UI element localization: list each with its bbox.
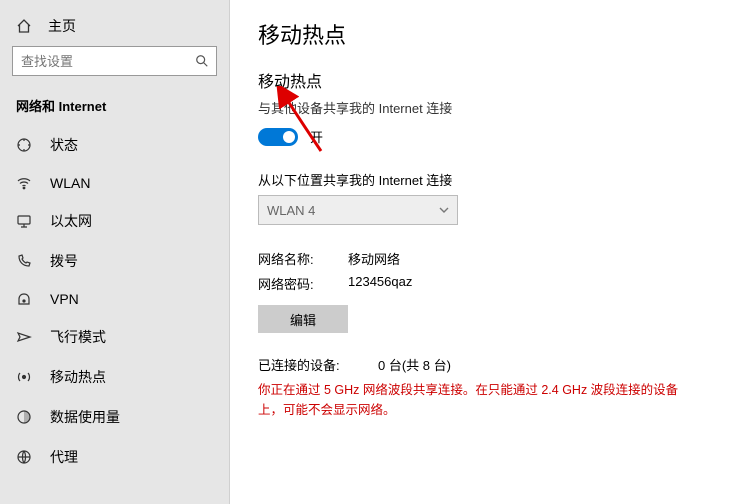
network-password-value: 123456qaz: [348, 274, 412, 293]
sidebar-item-label: 移动热点: [50, 367, 106, 387]
search-input[interactable]: [12, 46, 217, 76]
home-label: 主页: [48, 16, 76, 36]
ethernet-icon: [16, 213, 32, 229]
connection-select-value: WLAN 4: [267, 203, 315, 218]
page-title: 移动热点: [258, 18, 727, 50]
sidebar-item-vpn[interactable]: VPN: [0, 281, 229, 317]
content: 移动热点 移动热点 与其他设备共享我的 Internet 连接 开 从以下位置共…: [230, 0, 755, 504]
wifi-icon: [16, 175, 32, 191]
sidebar: 主页 网络和 Internet 状态 WLAN 以太网 拨号: [0, 0, 230, 504]
network-password-key: 网络密码:: [258, 274, 318, 293]
sidebar-item-label: WLAN: [50, 175, 90, 191]
sidebar-item-label: 飞行模式: [50, 327, 106, 347]
network-name-value: 移动网络: [348, 249, 400, 268]
bandwidth-warning: 你正在通过 5 GHz 网络波段共享连接。在只能通过 2.4 GHz 波段连接的…: [258, 380, 698, 420]
sidebar-item-label: 数据使用量: [50, 407, 120, 427]
sidebar-item-label: 以太网: [50, 211, 92, 231]
edit-button[interactable]: 编辑: [258, 305, 348, 333]
section-header: 网络和 Internet: [0, 86, 229, 125]
network-name-key: 网络名称:: [258, 249, 318, 268]
sidebar-item-label: 拨号: [50, 251, 78, 271]
sidebar-item-proxy[interactable]: 代理: [0, 437, 229, 477]
sidebar-item-status[interactable]: 状态: [0, 125, 229, 165]
sidebar-item-wlan[interactable]: WLAN: [0, 165, 229, 201]
sidebar-item-ethernet[interactable]: 以太网: [0, 201, 229, 241]
share-from-label: 从以下位置共享我的 Internet 连接: [258, 170, 727, 189]
sidebar-item-datausage[interactable]: 数据使用量: [0, 397, 229, 437]
chevron-down-icon: [439, 205, 449, 215]
connected-devices-key: 已连接的设备:: [258, 355, 348, 374]
sidebar-item-label: VPN: [50, 291, 79, 307]
data-icon: [16, 409, 32, 425]
proxy-icon: [16, 449, 32, 465]
connected-devices-value: 0 台(共 8 台): [378, 355, 451, 374]
hotspot-toggle[interactable]: [258, 128, 298, 146]
sidebar-item-label: 代理: [50, 447, 78, 467]
sidebar-item-label: 状态: [50, 135, 78, 155]
home-link[interactable]: 主页: [0, 10, 229, 46]
status-icon: [16, 137, 32, 153]
airplane-icon: [16, 329, 32, 345]
sidebar-item-hotspot[interactable]: 移动热点: [0, 357, 229, 397]
connection-select[interactable]: WLAN 4: [258, 195, 458, 225]
sidebar-item-airplane[interactable]: 飞行模式: [0, 317, 229, 357]
home-icon: [16, 18, 32, 34]
dialup-icon: [16, 253, 32, 269]
section-subtitle: 移动热点: [258, 68, 727, 92]
share-description: 与其他设备共享我的 Internet 连接: [258, 98, 727, 117]
vpn-icon: [16, 291, 32, 307]
hotspot-icon: [16, 369, 32, 385]
toggle-state-label: 开: [310, 127, 323, 146]
search-icon: [195, 54, 209, 68]
sidebar-item-dialup[interactable]: 拨号: [0, 241, 229, 281]
